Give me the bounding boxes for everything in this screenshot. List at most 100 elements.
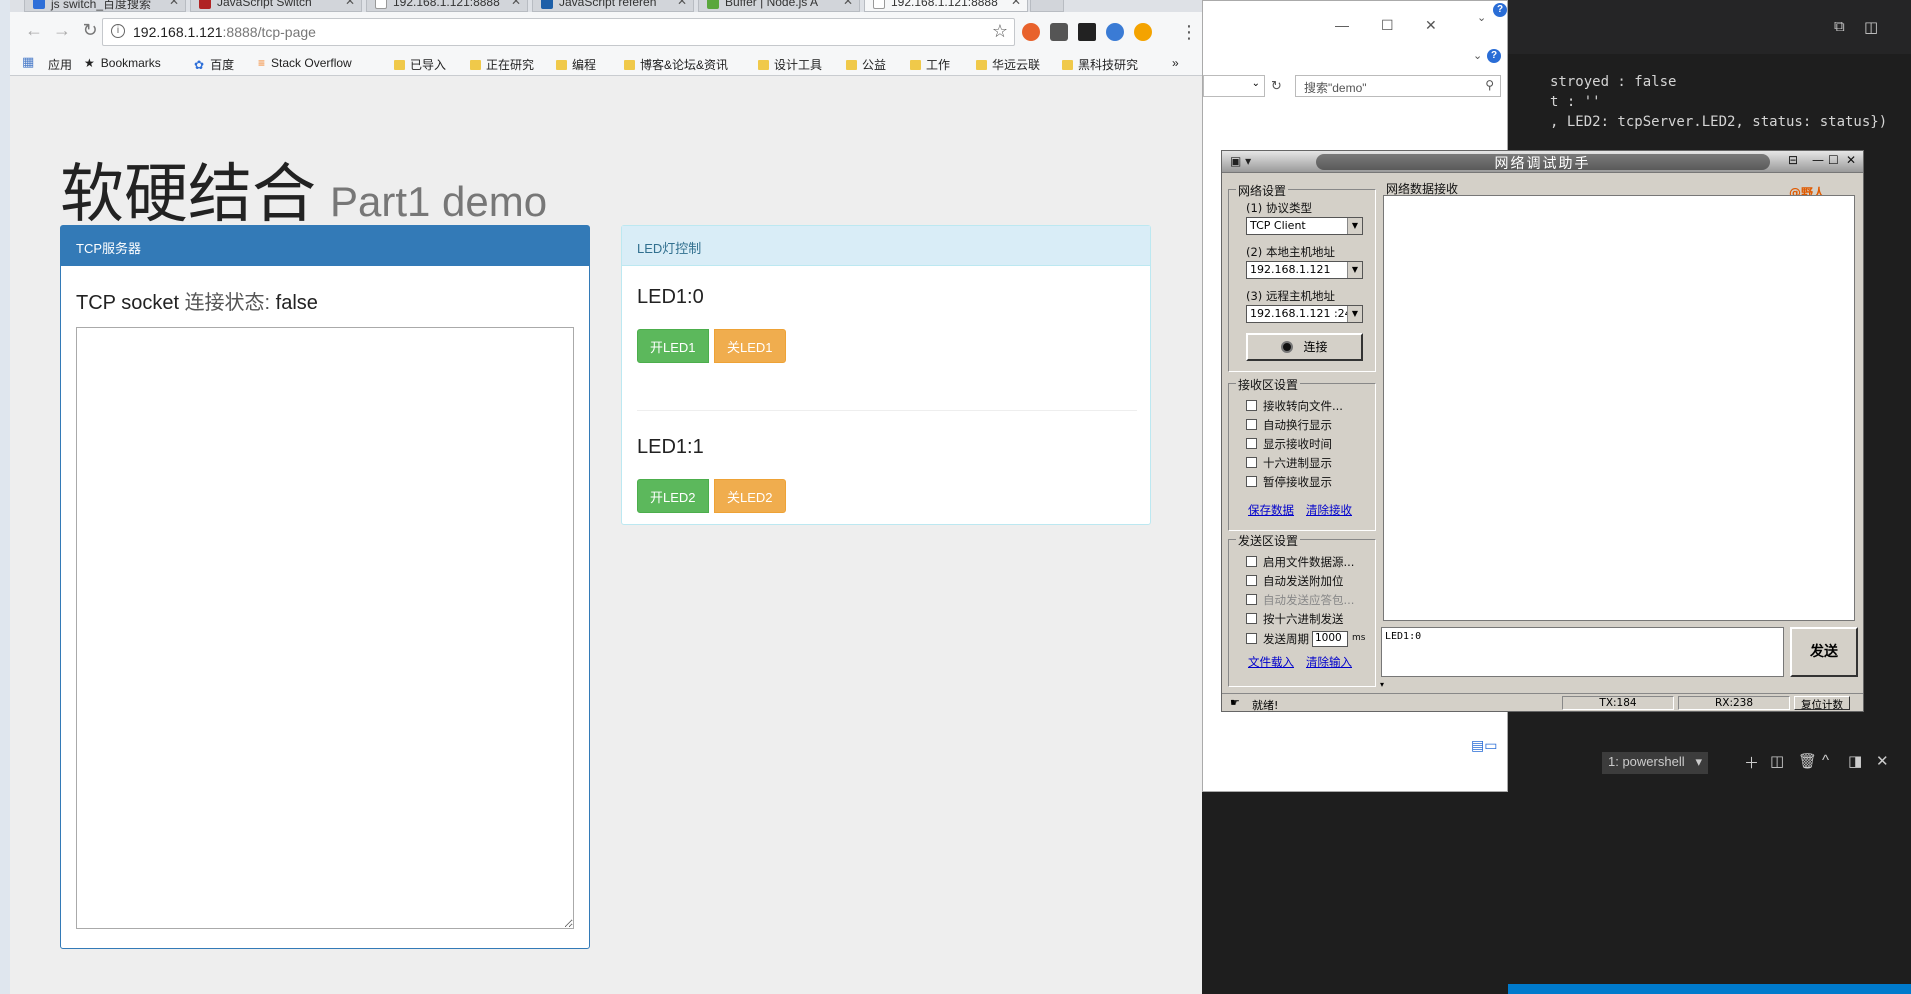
- recv-option-checkbox[interactable]: 暂停接收显示: [1246, 474, 1332, 490]
- reload-icon[interactable]: ↻: [78, 20, 102, 41]
- send-button[interactable]: 发送: [1790, 627, 1858, 677]
- extension-icon[interactable]: [1106, 23, 1124, 41]
- send-input[interactable]: LED1:0: [1381, 627, 1784, 677]
- close-icon[interactable]: ✕: [1876, 752, 1889, 770]
- led1-off-button[interactable]: 关LED1: [714, 329, 786, 363]
- info-icon[interactable]: i: [111, 24, 125, 38]
- help-icon[interactable]: ?: [1493, 3, 1507, 17]
- tab-strip: js switch_百度搜索 ✕ JavaScript Switch ✕ 192.1…: [10, 0, 1202, 12]
- led2-on-button[interactable]: 开LED2: [637, 479, 709, 513]
- terminal-selector[interactable]: 1: powershell ▾: [1602, 752, 1708, 774]
- help-icon[interactable]: ?: [1487, 49, 1501, 63]
- close-icon[interactable]: ✕: [1011, 0, 1021, 8]
- save-data-link[interactable]: 保存数据: [1248, 502, 1294, 518]
- vscode-toolbar: ⧉ ◫: [1508, 0, 1911, 54]
- connect-button[interactable]: 连接: [1246, 333, 1363, 361]
- tcp-server-panel: TCP服务器 TCP socket 连接状态: false: [60, 225, 590, 949]
- tab[interactable]: Buffer | Node.js A ✕: [698, 0, 860, 12]
- bookmark-folder[interactable]: 博客&论坛&资讯: [624, 56, 728, 73]
- bookmark-folder[interactable]: 华远云联: [976, 56, 1040, 73]
- trash-icon[interactable]: 🗑: [1798, 752, 1817, 770]
- bookmark-folder[interactable]: 设计工具: [758, 56, 822, 73]
- apps-icon[interactable]: ▦: [22, 54, 34, 70]
- view-icon[interactable]: ▤▭: [1471, 737, 1497, 754]
- tab[interactable]: JavaScript referen ✕: [532, 0, 694, 12]
- page-subtitle: Part1 demo: [330, 178, 548, 225]
- reset-count-button[interactable]: 复位计数: [1794, 696, 1850, 711]
- maximize-icon[interactable]: ☐: [1381, 17, 1394, 34]
- load-file-link[interactable]: 文件载入: [1248, 654, 1294, 670]
- tcp-log-textarea[interactable]: [76, 327, 574, 929]
- remote-host-select[interactable]: 192.168.1.121 :242 ▼: [1246, 305, 1363, 323]
- recv-data-area[interactable]: [1383, 195, 1855, 621]
- send-period-checkbox[interactable]: 发送周期: [1246, 631, 1309, 647]
- minimize-icon[interactable]: —: [1812, 153, 1824, 167]
- tab[interactable]: js switch_百度搜索 ✕: [24, 0, 186, 12]
- tab-active[interactable]: 192.168.1.121:8888 ✕: [864, 0, 1028, 12]
- menu-icon[interactable]: ⋮: [1180, 22, 1198, 43]
- led2-off-button[interactable]: 关LED2: [714, 479, 786, 513]
- system-menu-icon[interactable]: ▣ ▾: [1230, 154, 1251, 168]
- add-icon[interactable]: ＋: [1744, 752, 1759, 773]
- minimize-icon[interactable]: —: [1335, 17, 1349, 33]
- led1-on-button[interactable]: 开LED1: [637, 329, 709, 363]
- tcp-status: TCP socket 连接状态: false: [76, 286, 318, 315]
- tab[interactable]: JavaScript Switch ✕: [190, 0, 362, 12]
- refresh-icon[interactable]: ↻: [1271, 78, 1282, 94]
- layout-icon[interactable]: ◫: [1864, 18, 1878, 36]
- close-icon[interactable]: ✕: [1425, 17, 1437, 34]
- clear-input-link[interactable]: 清除输入: [1306, 654, 1352, 670]
- close-icon[interactable]: ✕: [843, 0, 853, 8]
- period-input[interactable]: 1000: [1312, 631, 1348, 647]
- recv-option-checkbox[interactable]: 显示接收时间: [1246, 436, 1332, 452]
- bookmark-folder[interactable]: 工作: [910, 56, 950, 73]
- evernote-icon[interactable]: [1050, 23, 1068, 41]
- search-icon[interactable]: ⚲: [1485, 78, 1494, 92]
- maximize-icon[interactable]: ☐: [1828, 153, 1839, 167]
- bookmark-folder[interactable]: 已导入: [394, 56, 446, 73]
- chevron-up-icon[interactable]: ^: [1822, 752, 1829, 769]
- tab[interactable]: 192.168.1.121:8888 ✕: [366, 0, 528, 12]
- bookmark-folder[interactable]: 编程: [556, 56, 596, 73]
- split-terminal-icon[interactable]: ◫: [1770, 752, 1784, 770]
- protocol-select[interactable]: TCP Client ▼: [1246, 217, 1363, 235]
- chevron-down-icon[interactable]: ⌄: [1477, 11, 1486, 24]
- extension-icon[interactable]: [1022, 23, 1040, 41]
- close-icon[interactable]: ✕: [511, 0, 521, 8]
- bookmark-item[interactable]: ≡ Stack Overflow: [258, 56, 352, 70]
- back-icon[interactable]: ←: [22, 20, 46, 41]
- extension-icon[interactable]: [1078, 23, 1096, 41]
- recv-option-checkbox[interactable]: 自动换行显示: [1246, 417, 1332, 433]
- maximize-panel-icon[interactable]: ◨: [1848, 752, 1862, 770]
- ie-address-bar[interactable]: ⌄: [1203, 75, 1265, 97]
- bookmark-item[interactable]: ★ Bookmarks: [84, 56, 161, 70]
- address-bar[interactable]: i 192.168.1.121:8888/tcp-page ☆: [102, 18, 1015, 46]
- ie-search-input[interactable]: 搜索"demo" ⚲: [1295, 75, 1501, 97]
- more-bookmarks[interactable]: »: [1172, 56, 1179, 70]
- close-icon[interactable]: ✕: [345, 0, 355, 8]
- send-option-checkbox[interactable]: 按十六进制发送: [1246, 611, 1344, 627]
- new-tab-button[interactable]: [1030, 0, 1064, 12]
- send-option-checkbox[interactable]: 启用文件数据源...: [1246, 554, 1354, 570]
- recv-option-checkbox[interactable]: 接收转向文件...: [1246, 398, 1343, 414]
- star-icon[interactable]: ☆: [992, 21, 1008, 42]
- extension-icon[interactable]: [1134, 23, 1152, 41]
- close-icon[interactable]: ✕: [677, 0, 687, 8]
- bookmark-item[interactable]: 应用: [48, 56, 72, 73]
- send-option-checkbox[interactable]: 自动发送附加位: [1246, 573, 1344, 589]
- bookmark-folder[interactable]: 黑科技研究: [1062, 56, 1138, 73]
- bookmark-folder[interactable]: 正在研究: [470, 56, 534, 73]
- clear-recv-link[interactable]: 清除接收: [1306, 502, 1352, 518]
- close-icon[interactable]: ✕: [169, 0, 179, 8]
- split-editor-icon[interactable]: ⧉: [1834, 18, 1845, 35]
- local-host-select[interactable]: 192.168.1.121 ▼: [1246, 261, 1363, 279]
- close-icon[interactable]: ✕: [1846, 153, 1856, 167]
- bookmark-folder[interactable]: 公益: [846, 56, 886, 73]
- led1-status: LED1:0: [637, 286, 704, 308]
- bookmark-item[interactable]: ✿ 百度: [194, 56, 234, 73]
- forward-icon[interactable]: →: [50, 20, 74, 41]
- recv-option-checkbox[interactable]: 十六进制显示: [1246, 455, 1332, 471]
- chevron-down-icon[interactable]: ⌄: [1473, 49, 1482, 62]
- pin-icon[interactable]: ⊟: [1788, 153, 1798, 167]
- folder-icon: [976, 60, 987, 70]
